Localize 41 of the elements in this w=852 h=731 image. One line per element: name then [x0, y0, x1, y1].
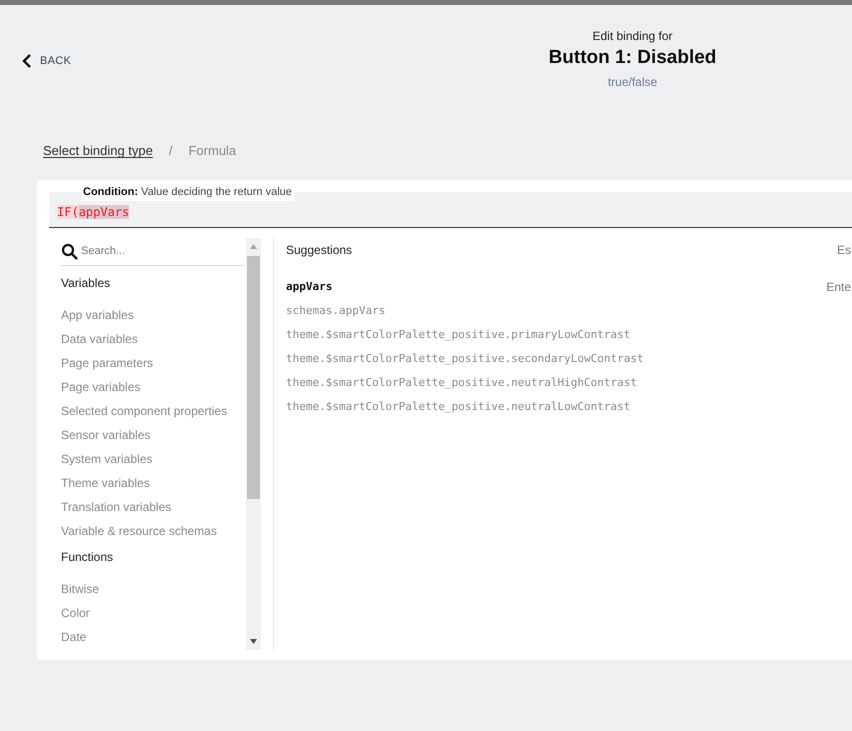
category-item[interactable]: System variables: [61, 447, 244, 471]
scrollbar-thumb[interactable]: [247, 256, 260, 499]
breadcrumb-link[interactable]: Select binding type: [43, 141, 153, 161]
category-item[interactable]: App variables: [61, 303, 244, 327]
back-button[interactable]: BACK: [22, 53, 72, 70]
header-subtitle: Edit binding for: [592, 28, 673, 45]
scroll-up-icon[interactable]: [250, 244, 257, 249]
category-item[interactable]: Bitwise: [61, 577, 244, 601]
category-item[interactable]: Theme variables: [61, 471, 244, 495]
category-item[interactable]: Page parameters: [61, 351, 244, 375]
suggestion-item[interactable]: theme.$smartColorPalette_positive.neutralLowContrast: [286, 398, 630, 416]
header-title: Button 1: Disabled: [548, 46, 716, 70]
search-icon: [61, 243, 78, 260]
category-item[interactable]: Color: [61, 601, 244, 625]
formula-token: appVars: [78, 205, 130, 219]
formula-token: IF(: [57, 205, 79, 219]
category-item[interactable]: Translation variables: [61, 495, 244, 519]
category-item[interactable]: Sensor variables: [61, 423, 244, 447]
value-type: true/false: [608, 74, 658, 91]
breadcrumb-current: Formula: [188, 142, 236, 160]
breadcrumb-separator: /: [168, 142, 172, 160]
category-item[interactable]: Page variables: [61, 375, 244, 399]
category-heading: Functions: [61, 549, 114, 566]
tooltip-text: Condition: Value deciding the return value: [83, 186, 292, 198]
scrollbar[interactable]: [246, 238, 261, 650]
search-field[interactable]: Search...: [81, 243, 231, 260]
suggestion-item[interactable]: theme.$smartColorPalette_positive.neutralHighContrast: [286, 374, 637, 392]
category-item[interactable]: Selected component properties: [61, 399, 244, 423]
category-item[interactable]: Date: [61, 625, 244, 649]
chevron-left-icon: [22, 54, 32, 68]
suggestion-item[interactable]: appVars: [286, 278, 332, 296]
category-item[interactable]: Data variables: [61, 327, 244, 351]
category-heading: Variables: [61, 275, 112, 292]
suggestion-item[interactable]: theme.$smartColorPalette_positive.primaryLowContrast: [286, 326, 630, 344]
escape-hint: Es: [836, 242, 851, 259]
suggestion-item[interactable]: schemas.appVars: [286, 302, 386, 320]
suggestion-item[interactable]: theme.$smartColorPalette_positive.secondaryLowContrast: [286, 350, 644, 368]
category-item[interactable]: Variable & resource schemas: [61, 519, 244, 543]
enter-hint: Ente: [826, 279, 851, 296]
suggestions-title: Suggestions: [286, 242, 352, 259]
scroll-down-icon[interactable]: [250, 639, 257, 644]
